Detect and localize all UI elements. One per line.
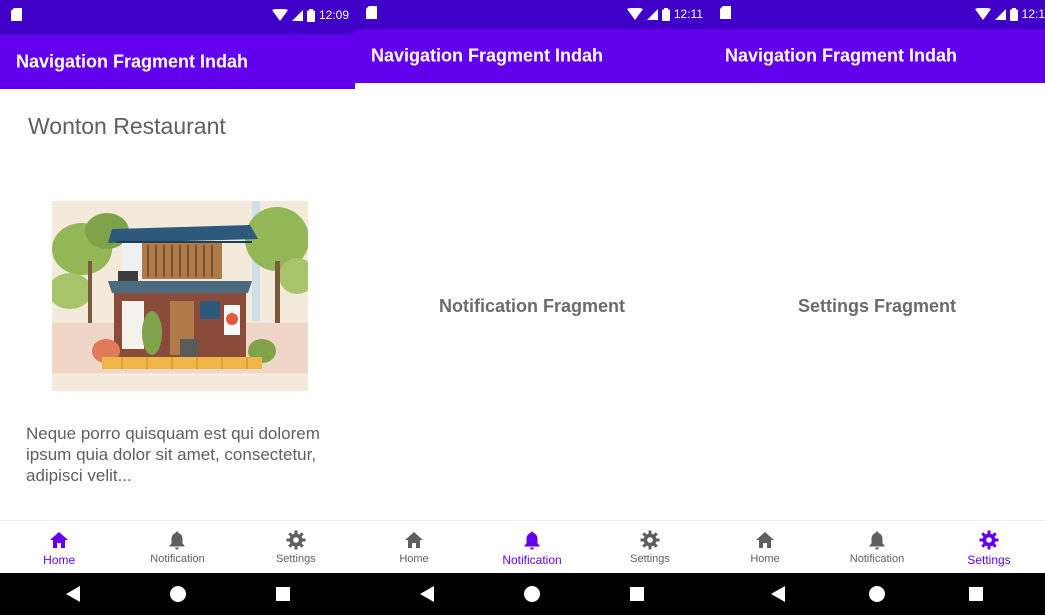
home-circle-icon [868, 586, 885, 602]
phone-screen-notification: 12:11 Navigation Fragment Indah Notifica… [355, 0, 709, 615]
app-title: Navigation Fragment Indah [16, 51, 249, 71]
status-bar: 12:1 [709, 0, 1045, 29]
sim-card-icon [720, 6, 731, 19]
wifi-icon [974, 8, 991, 20]
bell-icon [524, 531, 540, 550]
notification-fragment: Notification Fragment [355, 83, 709, 520]
system-navigation-bar [355, 573, 709, 615]
nav-item-settings[interactable]: Settings [933, 521, 1045, 573]
system-back-button[interactable] [768, 584, 788, 604]
status-icons: 12:11 [626, 4, 703, 24]
signal-icon [291, 9, 303, 21]
sim-card-icon [11, 8, 22, 21]
nav-label-home: Home [750, 553, 780, 565]
nav-label-notification: Notification [849, 553, 905, 565]
app-title: Navigation Fragment Indah [725, 45, 958, 66]
restaurant-description: Neque porro quisquam est qui dolorem ips… [26, 424, 320, 485]
wifi-icon [626, 8, 643, 20]
nav-item-notification[interactable]: Notification [473, 521, 591, 573]
battery-icon [1009, 7, 1018, 21]
nav-item-settings[interactable]: Settings [237, 521, 355, 573]
restaurant-illustration [52, 201, 308, 391]
gear-icon [286, 530, 306, 550]
nav-label-notification: Notification [502, 553, 562, 567]
status-time: 12:11 [673, 7, 703, 21]
nav-item-notification[interactable]: Notification [821, 521, 933, 573]
status-time: 12:09 [318, 8, 349, 22]
nav-item-home[interactable]: Home [709, 521, 821, 573]
app-bar: Navigation Fragment Indah [0, 34, 355, 89]
app-bar: Navigation Fragment Indah [709, 29, 1045, 83]
signal-icon [994, 8, 1006, 20]
restaurant-title: Wonton Restaurant [28, 113, 226, 139]
system-recents-button[interactable] [966, 584, 986, 604]
app-bar: Navigation Fragment Indah [355, 29, 709, 83]
home-circle-icon [169, 586, 186, 602]
status-bar: 12:11 [355, 0, 709, 29]
system-back-button[interactable] [63, 584, 83, 604]
signal-icon [646, 8, 658, 20]
system-home-button[interactable] [867, 584, 887, 604]
status-icons: 12:09 [271, 5, 349, 25]
system-back-button[interactable] [417, 584, 437, 604]
battery-icon [661, 7, 670, 21]
nav-item-notification[interactable]: Notification [118, 521, 236, 573]
nav-label-settings: Settings [630, 553, 670, 565]
phone-screen-settings: 12:1 Navigation Fragment Indah Settings … [709, 0, 1045, 615]
home-icon [405, 532, 423, 548]
status-icons: 12:1 [974, 4, 1045, 24]
back-triangle-icon [420, 586, 435, 602]
bottom-navigation: Home Notification Settings [709, 520, 1045, 573]
wifi-icon [271, 9, 288, 21]
screenshot-stage: 12:09 Navigation Fragment Indah Wonton R… [0, 0, 1045, 615]
nav-label-settings: Settings [275, 553, 316, 565]
nav-item-settings[interactable]: Settings [591, 521, 709, 573]
sim-card-icon [366, 6, 377, 19]
home-fragment: Wonton Restaurant Neque porro quisquam e… [0, 89, 355, 520]
nav-label-home: Home [43, 553, 76, 567]
status-bar: 12:09 [0, 0, 355, 34]
bottom-navigation: Home Notification Settings [0, 520, 355, 573]
nav-label-home: Home [399, 553, 429, 565]
nav-label-notification: Notification [150, 553, 205, 565]
fragment-label: Settings Fragment [797, 296, 957, 316]
fragment-label: Notification Fragment [438, 296, 625, 316]
system-recents-button[interactable] [273, 584, 293, 604]
battery-icon [306, 8, 315, 22]
back-triangle-icon [771, 586, 786, 602]
home-icon [50, 532, 69, 548]
status-time: 12:1 [1021, 7, 1045, 21]
recents-square-icon [629, 587, 644, 601]
nav-item-home[interactable]: Home [355, 521, 473, 573]
nav-item-home[interactable]: Home [0, 521, 118, 573]
home-circle-icon [523, 586, 540, 602]
bell-icon [169, 531, 185, 550]
recents-square-icon [275, 587, 290, 601]
phone-screen-home: 12:09 Navigation Fragment Indah Wonton R… [0, 0, 355, 615]
app-title: Navigation Fragment Indah [371, 45, 604, 66]
bell-icon [869, 531, 885, 550]
bottom-navigation: Home Notification Settings [355, 520, 709, 573]
system-home-button[interactable] [168, 584, 188, 604]
settings-fragment: Settings Fragment [709, 83, 1045, 520]
system-navigation-bar [709, 573, 1045, 615]
back-triangle-icon [65, 586, 80, 602]
home-icon [756, 532, 774, 548]
nav-label-settings: Settings [967, 553, 1011, 567]
system-navigation-bar [0, 573, 355, 615]
gear-icon [640, 530, 660, 550]
system-recents-button[interactable] [627, 584, 647, 604]
system-home-button[interactable] [522, 584, 542, 604]
gear-icon [979, 530, 999, 550]
recents-square-icon [968, 587, 983, 601]
